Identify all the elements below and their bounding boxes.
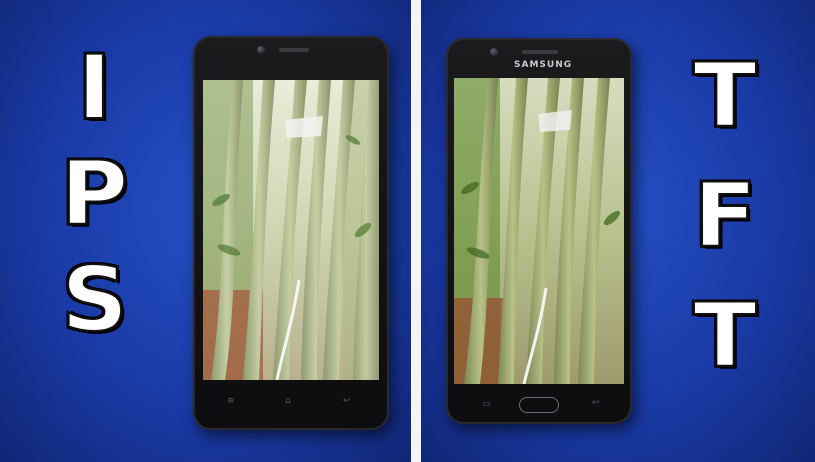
back-key-icon: ↩ <box>343 396 351 406</box>
center-divider <box>411 0 421 462</box>
home-key-icon: ⌂ <box>285 396 291 406</box>
ips-letter-2: P <box>59 142 129 245</box>
earpiece-speaker <box>279 48 309 52</box>
right-panel-tft: SAMSUNG ▭ ↩ T F T <box>421 0 815 462</box>
tft-letter-2: F <box>692 164 757 267</box>
ips-label: I P S <box>59 36 129 351</box>
earpiece-speaker <box>522 50 558 54</box>
plant-photo-tft <box>454 78 624 384</box>
ips-screen <box>203 80 379 380</box>
tft-letter-1: T <box>692 44 757 147</box>
front-camera-icon <box>490 48 498 56</box>
front-camera-icon <box>257 46 265 54</box>
ips-letter-3: S <box>60 248 129 351</box>
left-panel-ips: I P S ≡ ⌂ ↩ <box>0 0 411 462</box>
tft-label: T F T <box>692 44 757 387</box>
back-key-icon: ↩ <box>592 398 600 408</box>
tft-phone: SAMSUNG ▭ ↩ <box>446 38 632 424</box>
home-button <box>519 397 559 413</box>
recent-apps-key-icon: ▭ <box>482 399 491 409</box>
ips-letter-1: I <box>76 36 112 139</box>
samsung-brand-logo: SAMSUNG <box>514 60 573 70</box>
tft-letter-3: T <box>692 284 757 387</box>
menu-key-icon: ≡ <box>227 396 235 406</box>
plant-photo-ips <box>203 80 379 380</box>
ips-phone: ≡ ⌂ ↩ <box>193 36 389 430</box>
tft-screen <box>454 78 624 384</box>
